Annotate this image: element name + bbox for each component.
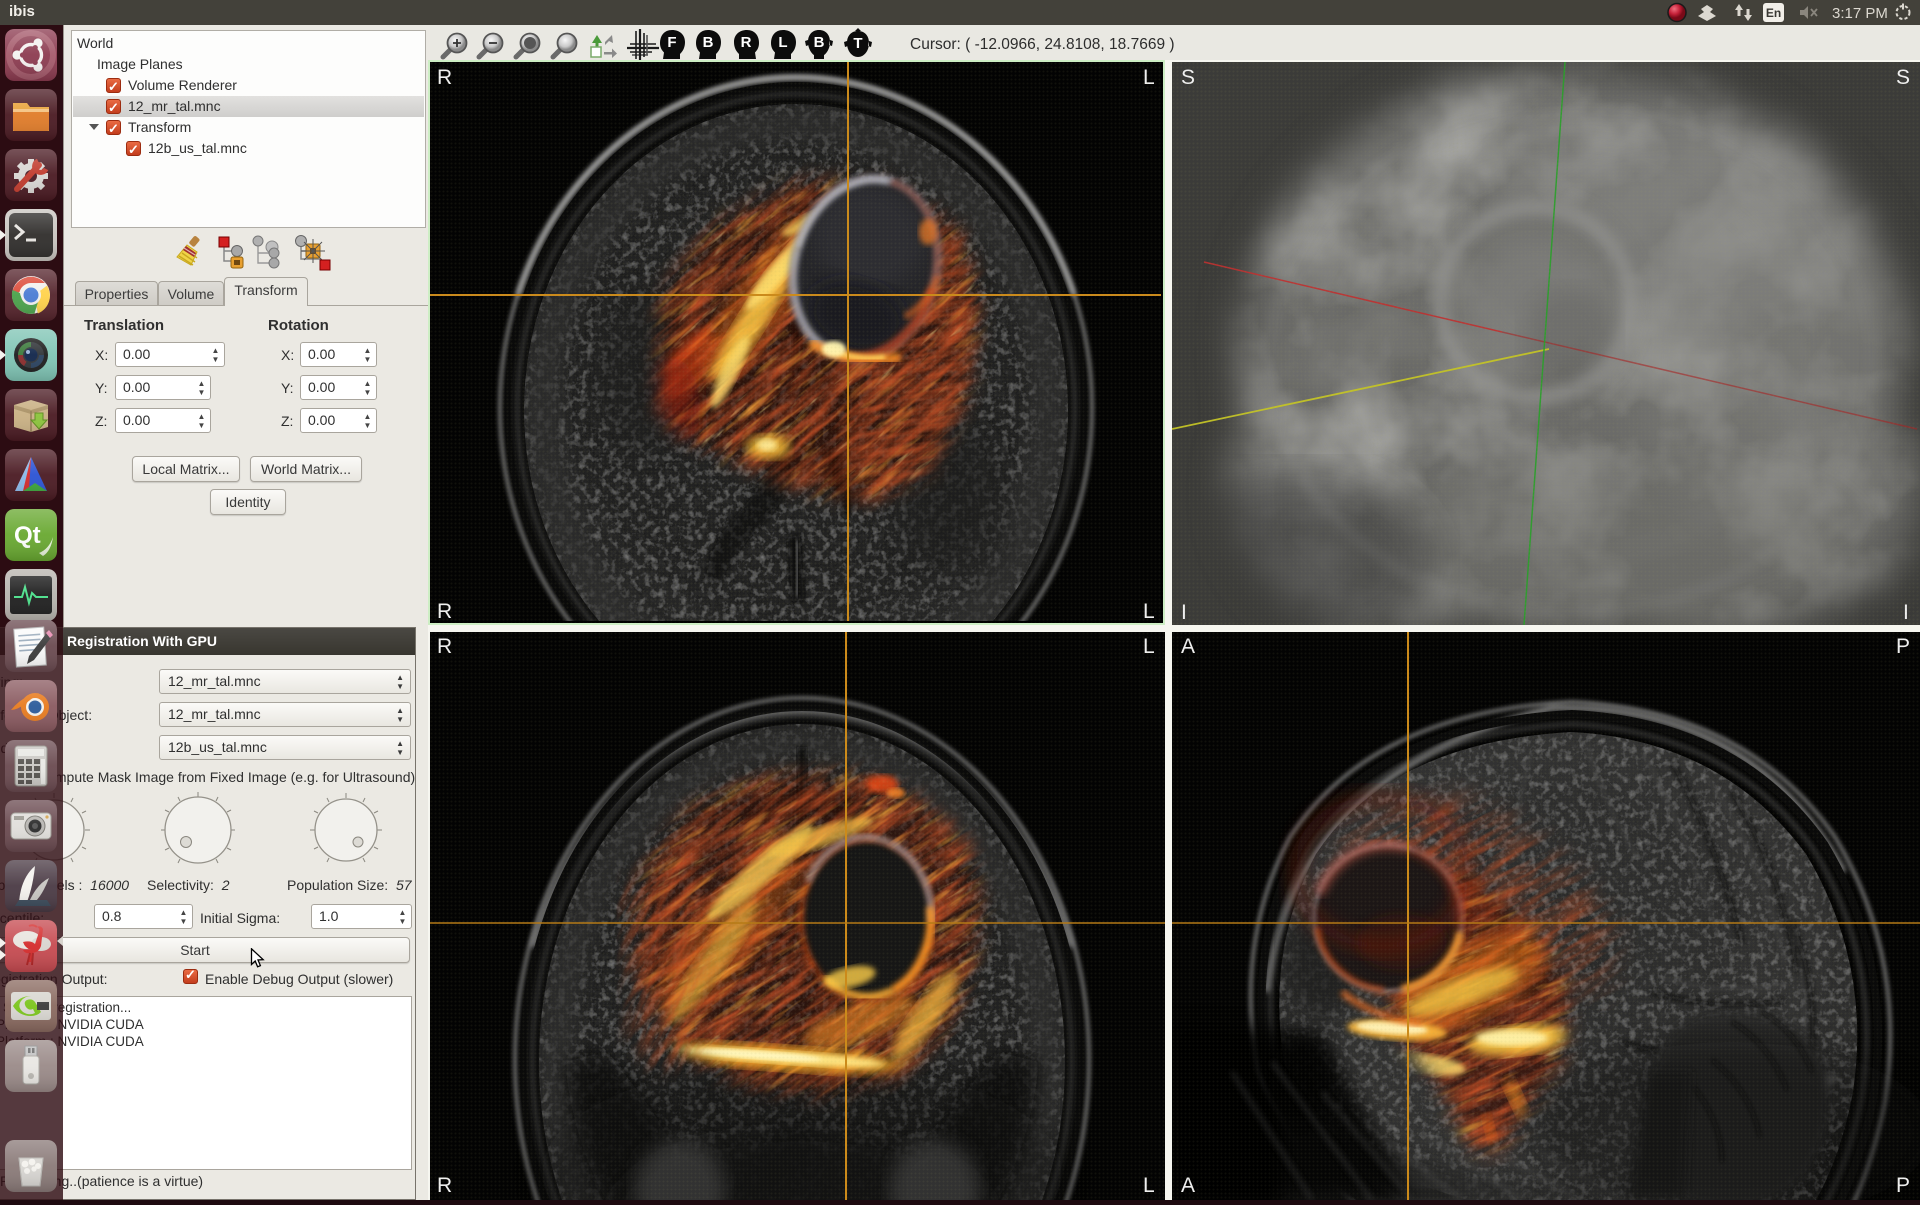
svg-text:Cursor: ( -12.0966, 24.8108, 1: Cursor: ( -12.0966, 24.8108, 18.7669 ) bbox=[910, 36, 1175, 53]
svg-text:R: R bbox=[741, 34, 752, 51]
svg-text:B: B bbox=[814, 34, 825, 51]
svg-text:L: L bbox=[778, 34, 787, 51]
svg-text:R: R bbox=[437, 635, 452, 658]
svg-text:P: P bbox=[1896, 635, 1910, 658]
svg-text:A: A bbox=[1181, 1174, 1195, 1197]
svg-text:B: B bbox=[703, 34, 714, 51]
svg-text:L: L bbox=[1143, 1174, 1155, 1197]
svg-text:L: L bbox=[1143, 66, 1155, 89]
svg-text:A: A bbox=[1181, 635, 1195, 658]
svg-text:3:17 PM: 3:17 PM bbox=[1832, 5, 1888, 22]
svg-text:I: I bbox=[1181, 601, 1187, 624]
svg-text:I: I bbox=[1903, 601, 1909, 624]
svg-text:R: R bbox=[437, 1174, 452, 1197]
svg-text:L: L bbox=[1143, 600, 1155, 621]
svg-text:S: S bbox=[1181, 66, 1195, 89]
svg-text:R: R bbox=[437, 600, 452, 621]
svg-text:R: R bbox=[437, 66, 452, 89]
svg-text:F: F bbox=[667, 34, 676, 51]
svg-text:L: L bbox=[1143, 635, 1155, 658]
svg-text:S: S bbox=[1896, 66, 1910, 89]
svg-text:En: En bbox=[1766, 6, 1781, 20]
svg-text:P: P bbox=[1896, 1174, 1910, 1197]
svg-text:T: T bbox=[853, 35, 862, 52]
